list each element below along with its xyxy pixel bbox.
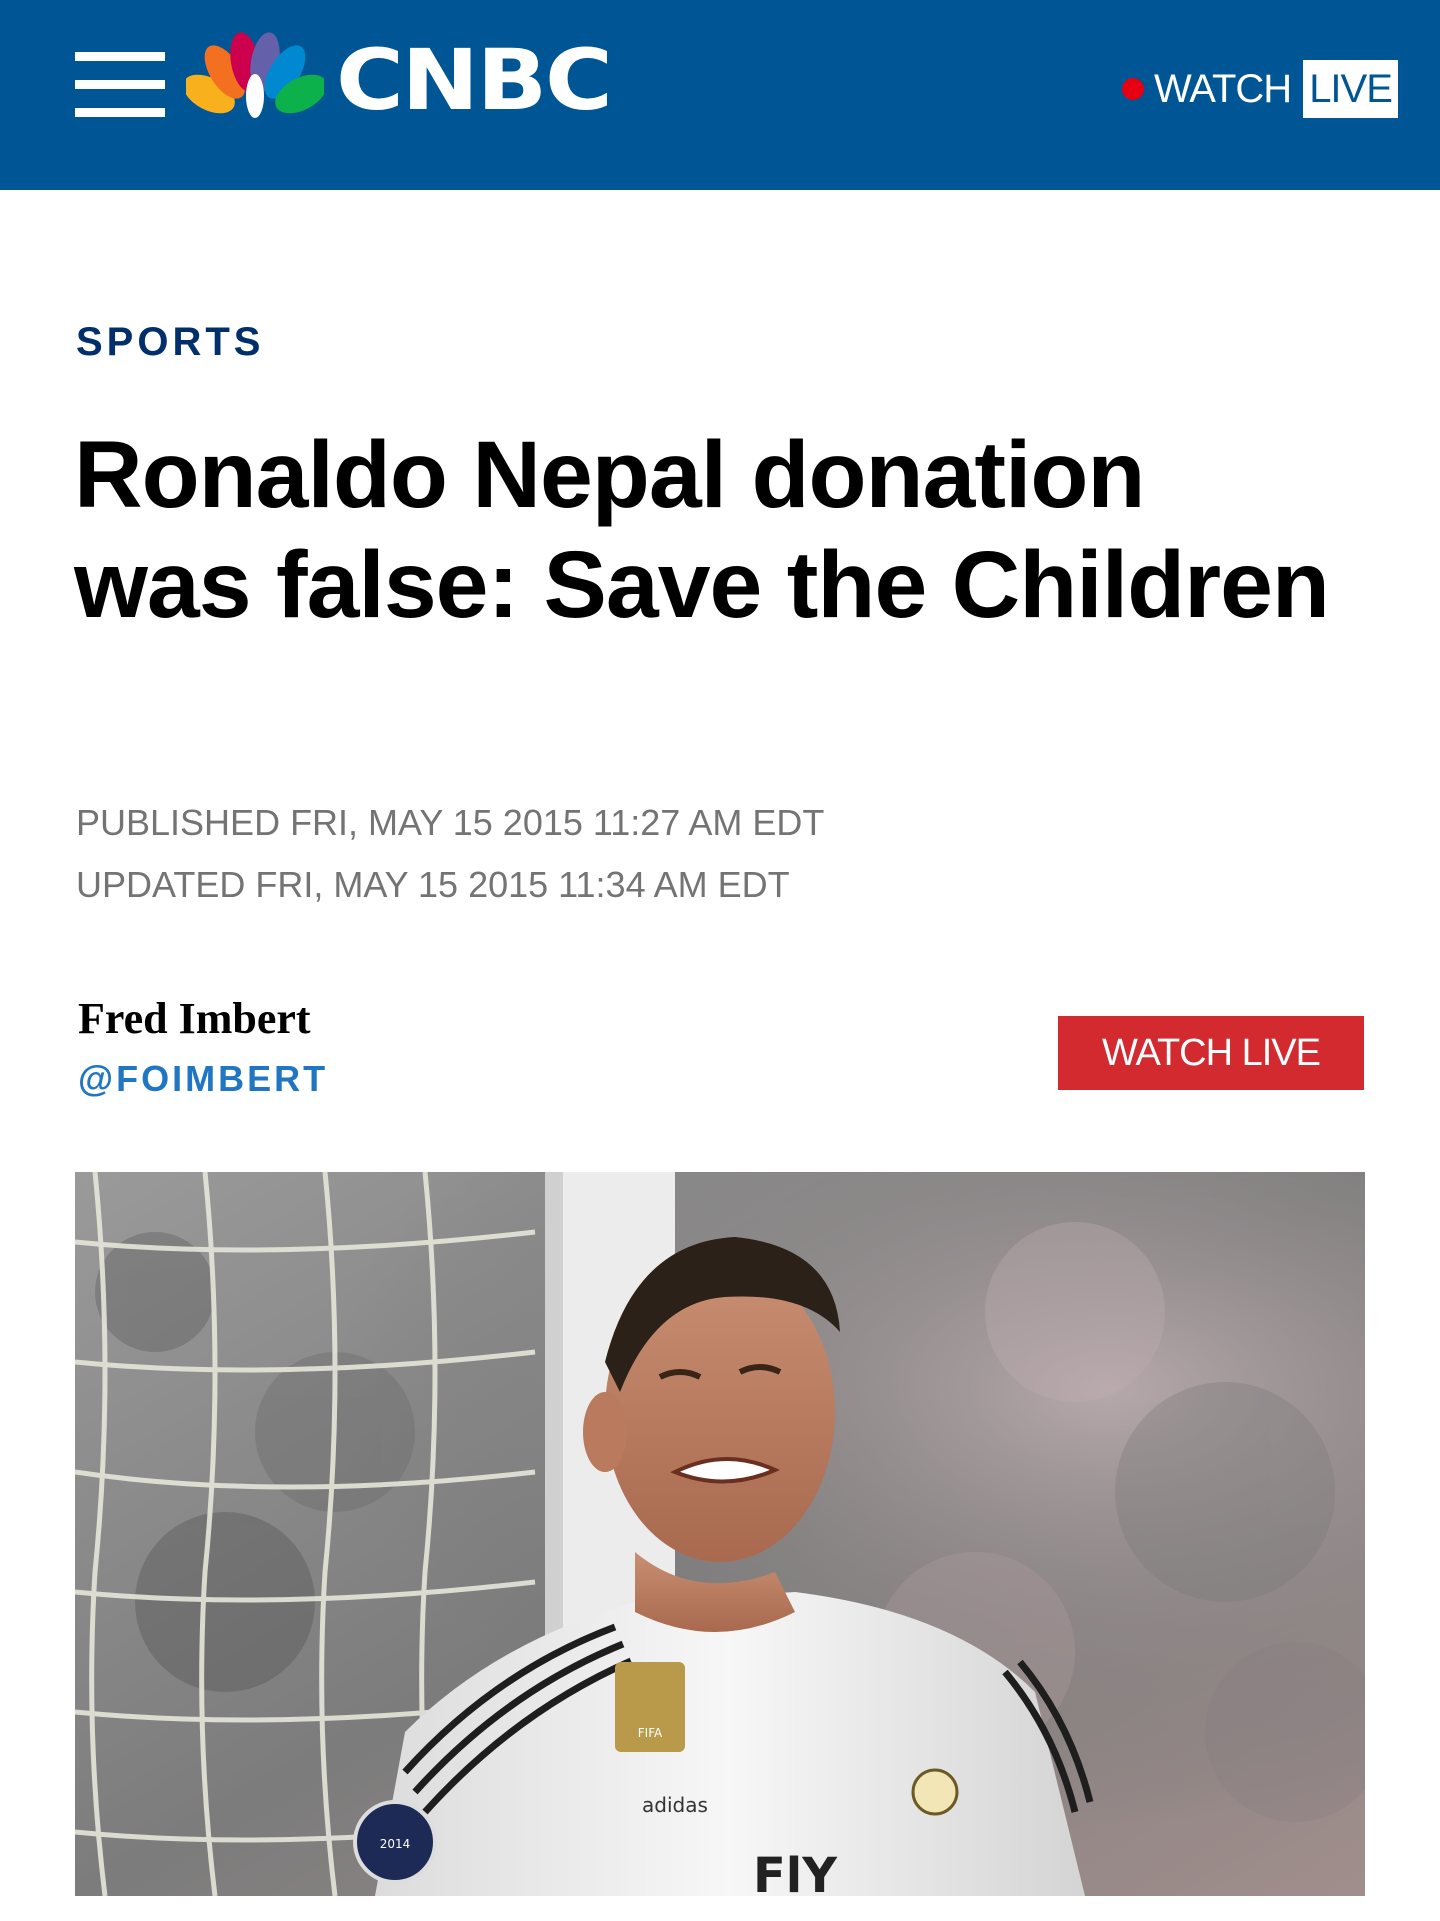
fifa-badge-label: FIFA [638, 1726, 663, 1740]
ronaldo-photo: FIFA adidas 2014 FlY [75, 1172, 1365, 1896]
nbc-peacock-icon [186, 32, 324, 118]
hero-image: FIFA adidas 2014 FlY [75, 1172, 1365, 1896]
shirt-sponsor-label: FlY [753, 1848, 838, 1896]
section-label[interactable]: SPORTS [76, 320, 264, 365]
updated-timestamp: UPDATED FRI, MAY 15 2015 11:34 AM EDT [76, 864, 790, 905]
author-twitter-handle[interactable]: @FOIMBERT [78, 1058, 328, 1100]
jersey-brand-label: adidas [642, 1793, 708, 1817]
author-byline: Fred Imbert @FOIMBERT [78, 992, 328, 1100]
watch-label: WATCH [1154, 66, 1292, 111]
published-timestamp: PUBLISHED FRI, MAY 15 2015 11:27 AM EDT [76, 802, 825, 843]
watch-live-button[interactable]: WATCH LIVE [1058, 1016, 1364, 1090]
top-nav-bar: CNBC WATCH LIVE [0, 0, 1440, 190]
live-dot-icon [1122, 78, 1144, 100]
live-badge: LIVE [1303, 60, 1398, 118]
article-headline: Ronaldo Nepal donation was false: Save t… [74, 422, 1330, 638]
author-name[interactable]: Fred Imbert [78, 992, 328, 1046]
cnbc-logo[interactable]: CNBC [186, 30, 613, 130]
cnbc-wordmark: CNBC [336, 31, 613, 129]
sleeve-badge-label: 2014 [380, 1837, 411, 1851]
header-watch-live-link[interactable]: WATCH LIVE [1122, 58, 1398, 120]
hamburger-menu-icon[interactable] [75, 52, 165, 118]
article-timestamps: PUBLISHED FRI, MAY 15 2015 11:27 AM EDT … [76, 792, 824, 916]
